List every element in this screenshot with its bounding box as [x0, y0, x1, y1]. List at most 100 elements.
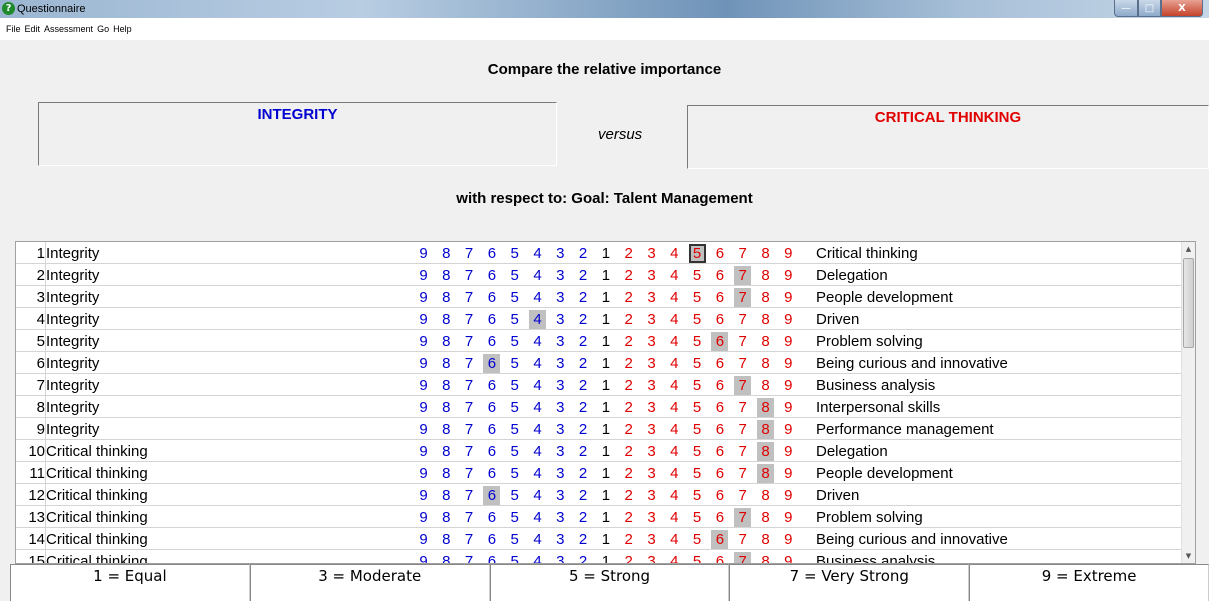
scale-cell[interactable]: 6: [711, 508, 728, 527]
scale-cell[interactable]: 4: [529, 530, 546, 549]
scale-cell[interactable]: 5: [506, 398, 523, 417]
scale-cell[interactable]: 6: [483, 552, 500, 563]
scale-cell[interactable]: 6: [483, 332, 500, 351]
scale-cell[interactable]: 8: [757, 420, 774, 439]
scale-cell[interactable]: 2: [575, 376, 592, 395]
scale-cell[interactable]: 4: [666, 420, 683, 439]
scale-cell[interactable]: 6: [483, 508, 500, 527]
minimize-button[interactable]: —: [1114, 0, 1138, 17]
scale-cell[interactable]: 7: [734, 552, 752, 563]
scale-cell[interactable]: 7: [734, 508, 752, 527]
scale-cell[interactable]: 5: [506, 530, 523, 549]
menu-edit[interactable]: Edit: [25, 24, 41, 34]
scale-cell[interactable]: 5: [689, 486, 706, 505]
scale-cell[interactable]: 7: [461, 288, 478, 307]
scale-cell[interactable]: 7: [461, 508, 478, 527]
scale-cell[interactable]: 6: [483, 244, 500, 263]
close-button[interactable]: X: [1161, 0, 1203, 17]
scale-cell[interactable]: 6: [483, 530, 500, 549]
scale-cell[interactable]: 9: [415, 398, 432, 417]
scale-cell[interactable]: 5: [689, 530, 706, 549]
scale-cell[interactable]: 2: [620, 332, 637, 351]
scale-cell[interactable]: 5: [506, 552, 523, 563]
scale-cell[interactable]: 7: [734, 486, 751, 505]
scale-cell[interactable]: 3: [643, 332, 660, 351]
scale-cell[interactable]: 5: [506, 266, 523, 285]
scale-cell[interactable]: 2: [575, 508, 592, 527]
scale-cell[interactable]: 7: [734, 244, 751, 263]
scale-cell[interactable]: 2: [620, 354, 637, 373]
scale-cell[interactable]: 2: [620, 266, 637, 285]
scale-cell[interactable]: 9: [780, 464, 797, 483]
scale-cell[interactable]: 8: [757, 244, 774, 263]
scale-cell[interactable]: 2: [575, 552, 592, 563]
scale-cell[interactable]: 4: [666, 552, 683, 563]
scale-cell[interactable]: 4: [666, 530, 683, 549]
scale-cell[interactable]: 4: [666, 244, 683, 263]
scale-cell[interactable]: 4: [529, 354, 546, 373]
scale-cell[interactable]: 7: [461, 530, 478, 549]
scale-cell[interactable]: 8: [438, 420, 455, 439]
scale-cell[interactable]: 3: [552, 332, 569, 351]
scale-cell[interactable]: 6: [711, 332, 729, 351]
scale-cell[interactable]: 7: [734, 530, 751, 549]
scale-cell[interactable]: 7: [461, 398, 478, 417]
scale-cell[interactable]: 8: [438, 486, 455, 505]
scale-cell[interactable]: 3: [552, 244, 569, 263]
scale-cell[interactable]: 4: [666, 376, 683, 395]
scale-cell[interactable]: 7: [734, 442, 751, 461]
scale-cell[interactable]: 8: [438, 266, 455, 285]
scale-cell[interactable]: 4: [529, 398, 546, 417]
scale-cell[interactable]: 1: [597, 332, 614, 351]
scale-cell[interactable]: 9: [415, 464, 432, 483]
scale-cell[interactable]: 9: [415, 530, 432, 549]
scale-cell[interactable]: 5: [506, 486, 523, 505]
scale-cell[interactable]: 5: [506, 244, 523, 263]
scale-cell[interactable]: 1: [597, 354, 614, 373]
scale-cell[interactable]: 8: [438, 552, 455, 563]
scale-cell[interactable]: 2: [620, 464, 637, 483]
scale-cell[interactable]: 3: [552, 310, 569, 329]
scale-cell[interactable]: 3: [643, 244, 660, 263]
scale-cell[interactable]: 2: [620, 310, 637, 329]
scale-cell[interactable]: 6: [711, 464, 728, 483]
scale-cell[interactable]: 6: [483, 420, 500, 439]
scale-cell[interactable]: 4: [666, 486, 683, 505]
scale-cell[interactable]: 9: [780, 508, 797, 527]
scale-cell[interactable]: 9: [780, 398, 797, 417]
scale-cell[interactable]: 6: [483, 354, 501, 373]
scale-cell[interactable]: 1: [597, 464, 614, 483]
scale-cell[interactable]: 9: [415, 332, 432, 351]
scale-cell[interactable]: 4: [666, 310, 683, 329]
scale-cell[interactable]: 6: [711, 398, 728, 417]
scale-cell[interactable]: 7: [461, 332, 478, 351]
scale-cell[interactable]: 6: [711, 530, 729, 549]
scale-cell[interactable]: 5: [506, 310, 523, 329]
scale-cell[interactable]: 2: [620, 398, 637, 417]
scale-cell[interactable]: 2: [620, 288, 637, 307]
scale-cell[interactable]: 6: [711, 552, 728, 563]
scale-cell[interactable]: 1: [597, 486, 614, 505]
scale-cell[interactable]: 6: [711, 244, 728, 263]
scale-cell[interactable]: 2: [620, 420, 637, 439]
scale-cell[interactable]: 4: [529, 552, 546, 563]
scale-cell[interactable]: 3: [552, 266, 569, 285]
scale-cell[interactable]: 1: [597, 552, 614, 563]
scale-cell[interactable]: 6: [711, 442, 728, 461]
scale-cell[interactable]: 7: [461, 310, 478, 329]
scale-cell[interactable]: 2: [620, 508, 637, 527]
scale-cell[interactable]: 7: [734, 288, 752, 307]
scale-cell[interactable]: 6: [711, 486, 728, 505]
scroll-down-icon[interactable]: ▼: [1182, 549, 1195, 563]
scale-cell[interactable]: 5: [689, 310, 706, 329]
scale-cell[interactable]: 2: [575, 266, 592, 285]
scale-cell[interactable]: 3: [552, 530, 569, 549]
scale-cell[interactable]: 3: [552, 288, 569, 307]
scale-cell[interactable]: 1: [597, 420, 614, 439]
scale-cell[interactable]: 7: [734, 310, 751, 329]
scale-cell[interactable]: 7: [461, 354, 478, 373]
scale-cell[interactable]: 9: [415, 376, 432, 395]
scale-cell[interactable]: 5: [689, 288, 706, 307]
scale-cell[interactable]: 1: [597, 310, 614, 329]
scale-cell[interactable]: 8: [757, 266, 774, 285]
